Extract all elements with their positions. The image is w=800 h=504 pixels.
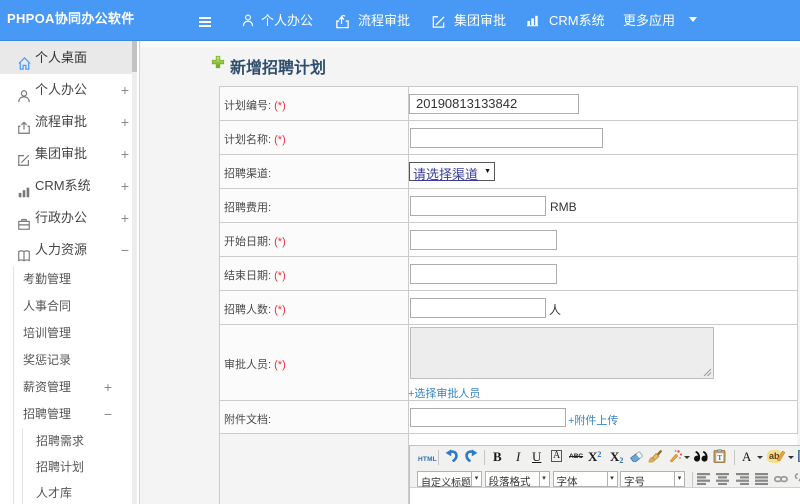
svg-text:T: T (717, 454, 722, 462)
